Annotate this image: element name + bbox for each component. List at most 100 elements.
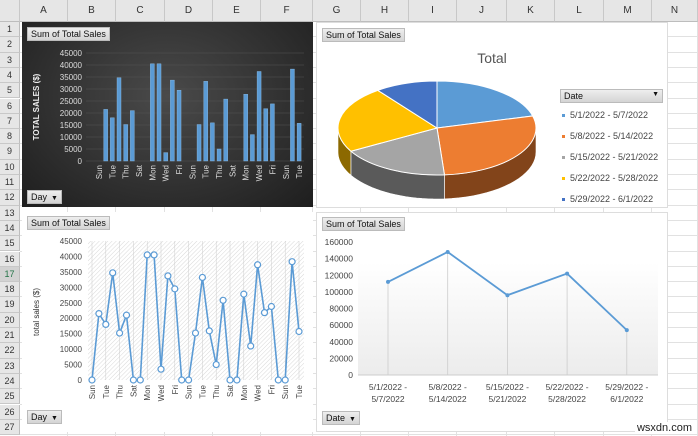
legend-item[interactable]: 5/1/2022 - 5/7/2022	[562, 107, 658, 128]
row-header-20[interactable]: 20	[0, 312, 20, 328]
column-header-N[interactable]: N	[652, 0, 698, 22]
row-header-12[interactable]: 12	[0, 190, 20, 206]
x-tick-label: Tue	[295, 164, 304, 178]
caret-down-icon: ▼	[349, 416, 356, 423]
row-header-6[interactable]: 6	[0, 98, 20, 114]
x-tick-label: Fri	[268, 165, 277, 175]
row-header-26[interactable]: 26	[0, 404, 20, 420]
column-header-D[interactable]: D	[165, 0, 213, 22]
row-header-10[interactable]: 10	[0, 159, 20, 175]
row-header-27[interactable]: 27	[0, 419, 20, 436]
values-field-button[interactable]: Sum of Total Sales	[322, 28, 405, 42]
row-header-1[interactable]: 1	[0, 22, 20, 38]
y-tick-label: 45000	[60, 49, 83, 58]
column-header-B[interactable]: B	[68, 0, 116, 22]
data-point	[240, 290, 248, 298]
date-label: Date	[564, 91, 584, 101]
row-header-19[interactable]: 19	[0, 297, 20, 313]
row-header-11[interactable]: 11	[0, 175, 20, 191]
bar	[103, 109, 108, 162]
pie-chart[interactable]: Total Sum of Total Sales Date ▼ 5/1/2022 …	[316, 22, 668, 208]
row-header-21[interactable]: 21	[0, 328, 20, 344]
row-header-17[interactable]: 17	[0, 266, 20, 283]
row-header-18[interactable]: 18	[0, 282, 20, 298]
row-header-8[interactable]: 8	[0, 129, 20, 145]
bar	[176, 89, 182, 162]
bar	[296, 123, 302, 162]
y-tick-label: 10000	[60, 345, 83, 354]
column-header-F[interactable]: F	[261, 0, 313, 22]
column-header-E[interactable]: E	[213, 0, 261, 22]
row-header-14[interactable]: 14	[0, 220, 20, 237]
data-point	[226, 376, 234, 384]
column-header-C[interactable]: C	[116, 0, 165, 22]
date-field-button[interactable]: Date ▼	[322, 411, 360, 425]
row-header-25[interactable]: 25	[0, 389, 20, 405]
x-tick-label: Sat	[135, 164, 144, 177]
bar	[170, 79, 175, 162]
row-header-15[interactable]: 15	[0, 236, 20, 252]
y-tick-label: 30000	[60, 283, 83, 292]
day-field-button[interactable]: Day ▼	[27, 410, 62, 424]
values-field-button[interactable]: Sum of Total Sales	[322, 217, 405, 231]
bar	[290, 68, 295, 162]
legend-item[interactable]: 5/15/2022 - 5/21/2022	[562, 149, 658, 170]
data-point	[233, 376, 241, 384]
column-header-L[interactable]: L	[555, 0, 604, 22]
row-header-7[interactable]: 7	[0, 113, 20, 130]
data-point	[185, 376, 193, 384]
data-point	[212, 360, 220, 369]
column-header-G[interactable]: G	[313, 0, 361, 22]
data-point	[164, 272, 172, 280]
x-tick-label: Sun	[282, 165, 291, 179]
legend-item[interactable]: 5/29/2022 - 6/1/2022	[562, 191, 658, 207]
y-tick-label: 60000	[329, 320, 353, 330]
bar-chart[interactable]: 0 5000 10000 15000 20000 25000 30000 35000 40000…	[22, 22, 313, 207]
gridline	[20, 434, 698, 436]
column-header-I[interactable]: I	[409, 0, 457, 22]
day-label: Day	[31, 192, 48, 202]
column-header-A[interactable]: A	[20, 0, 68, 22]
bar	[123, 124, 128, 162]
row-header-9[interactable]: 9	[0, 144, 20, 160]
column-header-H[interactable]: H	[361, 0, 409, 22]
row-header-16[interactable]: 16	[0, 251, 20, 267]
row-header-4[interactable]: 4	[0, 67, 20, 84]
y-tick-label: 35000	[60, 268, 83, 277]
legend-label: 5/8/2022 - 5/14/2022	[570, 131, 654, 141]
row-header-13[interactable]: 13	[0, 205, 20, 221]
row-header-3[interactable]: 3	[0, 52, 20, 68]
data-point	[102, 320, 110, 329]
column-header-M[interactable]: M	[604, 0, 652, 22]
row-header-23[interactable]: 23	[0, 358, 20, 374]
data-point	[205, 327, 213, 335]
y-tick-label: 40000	[60, 252, 83, 261]
day-field-button[interactable]: Day ▼	[27, 190, 62, 204]
row-header-22[interactable]: 22	[0, 343, 20, 359]
x-tick-label: 5/14/2022	[429, 394, 467, 404]
data-point	[129, 376, 138, 384]
x-tick-label: 5/8/2022 -	[429, 382, 467, 392]
legend-item[interactable]: 5/8/2022 - 5/14/2022	[562, 128, 658, 149]
x-tick-label: Sat	[226, 384, 235, 397]
row-header-2[interactable]: 2	[0, 37, 20, 53]
date-legend-field-button[interactable]: Date ▼	[560, 89, 663, 103]
row-header-24[interactable]: 24	[0, 373, 20, 390]
data-point	[288, 258, 296, 266]
bar	[256, 71, 262, 162]
y-tick-label: 100000	[325, 287, 354, 297]
line-chart-weekly-plot: 0 20000 40000 60000 80000 100000 120000 140000 1…	[325, 237, 658, 404]
values-field-button[interactable]: Sum of Total Sales	[27, 27, 110, 41]
row-header-5[interactable]: 5	[0, 83, 20, 99]
legend-item[interactable]: 5/22/2022 - 5/28/2022	[562, 170, 658, 191]
legend-label: 5/15/2022 - 5/21/2022	[570, 152, 659, 162]
x-tick-label: Sun	[95, 165, 104, 179]
column-header-K[interactable]: K	[507, 0, 555, 22]
bar	[116, 77, 122, 162]
column-header-J[interactable]: J	[457, 0, 507, 22]
line-chart-weekly[interactable]: 0 20000 40000 60000 80000 100000 120000 140000 1…	[316, 212, 668, 432]
line-chart-daily[interactable]: 0 5000 10000 15000 20000 25000 30000 35000 40000…	[22, 212, 313, 432]
y-tick-label: 25000	[60, 97, 83, 106]
values-field-button[interactable]: Sum of Total Sales	[27, 216, 110, 230]
select-all-corner[interactable]	[0, 0, 20, 22]
